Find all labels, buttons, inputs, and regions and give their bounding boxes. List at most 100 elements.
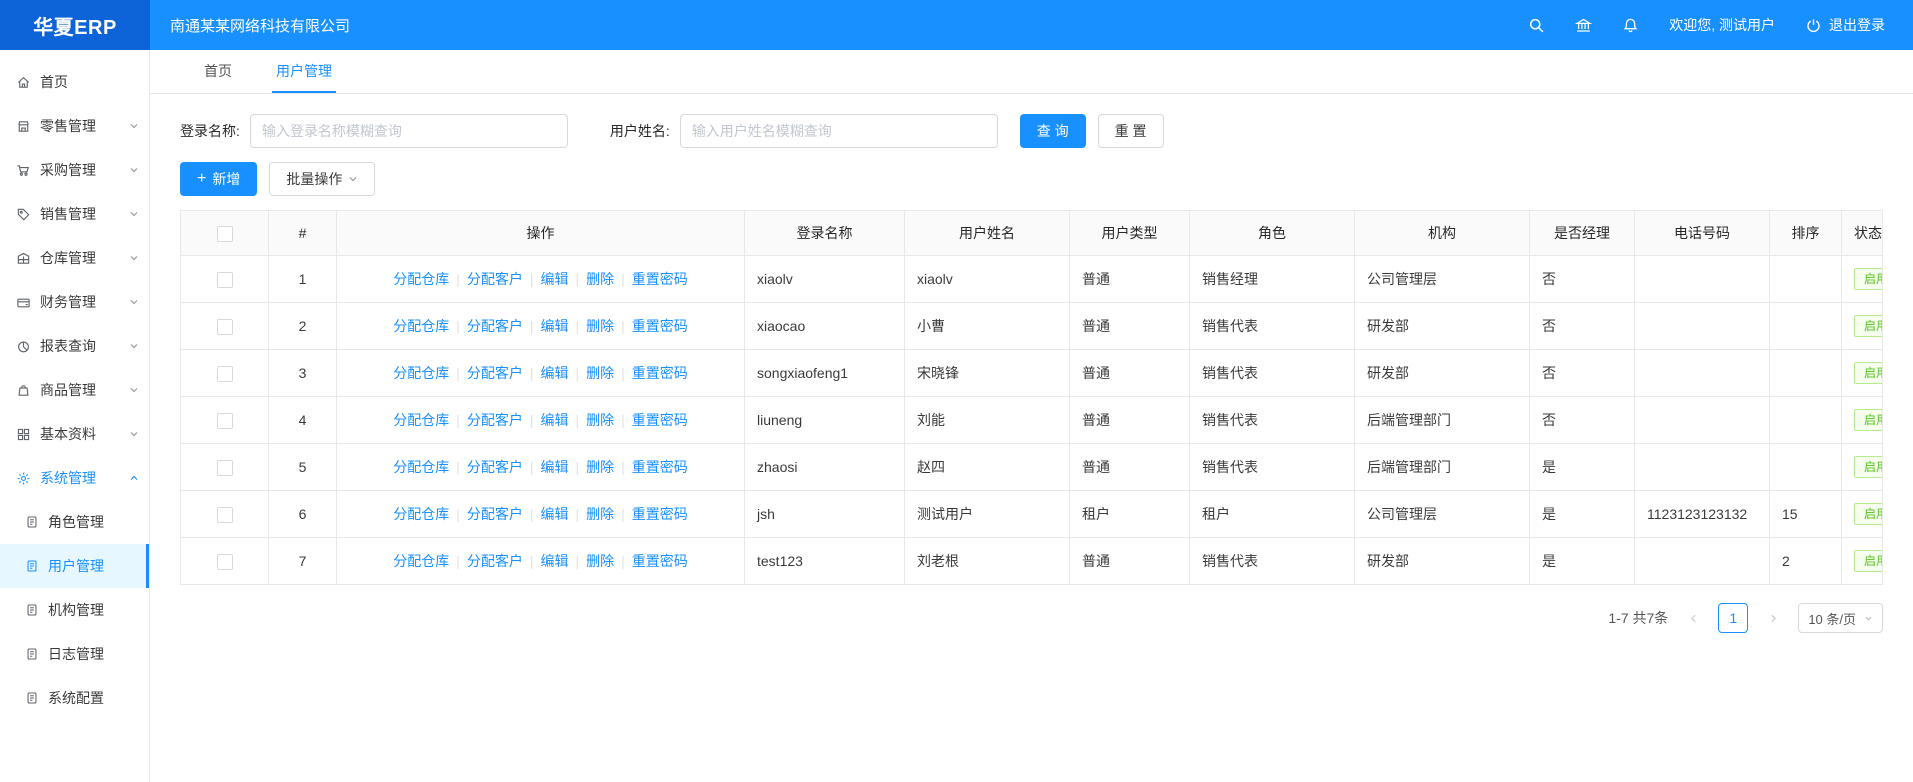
cell-organization: 后端管理部门	[1355, 397, 1530, 444]
action-separator: |	[456, 271, 460, 287]
row-checkbox[interactable]	[217, 460, 233, 476]
add-button[interactable]: + 新增	[180, 162, 257, 196]
app-logo: 华夏ERP	[0, 0, 150, 50]
assign-warehouse-link[interactable]: 分配仓库	[393, 271, 449, 287]
edit-link[interactable]: 编辑	[541, 412, 569, 428]
action-separator: |	[621, 553, 625, 569]
header-actions: 欢迎您, 测试用户 退出登录	[1528, 15, 1913, 35]
tab-user-management[interactable]: 用户管理	[272, 50, 336, 93]
select-all-checkbox[interactable]	[217, 226, 233, 242]
page-number-button[interactable]: 1	[1718, 603, 1748, 633]
edit-link[interactable]: 编辑	[541, 365, 569, 381]
row-checkbox[interactable]	[217, 366, 233, 382]
sidebar-item-report[interactable]: 报表查询	[0, 324, 149, 368]
cell-phone	[1635, 397, 1770, 444]
cell-row-number: 5	[269, 444, 337, 491]
reset-password-link[interactable]: 重置密码	[632, 318, 688, 334]
search-button[interactable]: 查 询	[1020, 114, 1086, 148]
prev-page-button[interactable]	[1678, 603, 1708, 633]
delete-link[interactable]: 删除	[586, 506, 614, 522]
batch-actions-button[interactable]: 批量操作	[269, 162, 375, 196]
edit-link[interactable]: 编辑	[541, 553, 569, 569]
sidebar-item-home[interactable]: 首页	[0, 60, 149, 104]
sidebar-item-goods[interactable]: 商品管理	[0, 368, 149, 412]
reset-password-link[interactable]: 重置密码	[632, 459, 688, 475]
edit-link[interactable]: 编辑	[541, 271, 569, 287]
bell-icon[interactable]	[1622, 17, 1639, 34]
sidebar-item-finance[interactable]: 财务管理	[0, 280, 149, 324]
delete-link[interactable]: 删除	[586, 365, 614, 381]
sidebar-item-role-management[interactable]: 角色管理	[0, 500, 149, 544]
assign-warehouse-link[interactable]: 分配仓库	[393, 318, 449, 334]
assign-customer-link[interactable]: 分配客户	[467, 318, 523, 334]
delete-link[interactable]: 删除	[586, 412, 614, 428]
login-name-label: 登录名称:	[180, 121, 240, 141]
sidebar-item-org-management[interactable]: 机构管理	[0, 588, 149, 632]
login-name-input[interactable]	[250, 114, 568, 148]
assign-customer-link[interactable]: 分配客户	[467, 553, 523, 569]
add-button-label: 新增	[212, 169, 240, 189]
sidebar-item-log-management[interactable]: 日志管理	[0, 632, 149, 676]
cell-status: 启用	[1842, 303, 1883, 350]
cell-status: 启用	[1842, 444, 1883, 491]
reset-button[interactable]: 重 置	[1098, 114, 1164, 148]
delete-link[interactable]: 删除	[586, 553, 614, 569]
assign-warehouse-link[interactable]: 分配仓库	[393, 506, 449, 522]
sidebar-item-system[interactable]: 系统管理	[0, 456, 149, 500]
action-separator: |	[621, 506, 625, 522]
delete-link[interactable]: 删除	[586, 271, 614, 287]
reset-password-link[interactable]: 重置密码	[632, 365, 688, 381]
cell-status: 启用	[1842, 491, 1883, 538]
row-checkbox[interactable]	[217, 554, 233, 570]
assign-warehouse-link[interactable]: 分配仓库	[393, 365, 449, 381]
bank-icon[interactable]	[1575, 17, 1592, 34]
action-separator: |	[576, 459, 580, 475]
reset-password-link[interactable]: 重置密码	[632, 553, 688, 569]
edit-link[interactable]: 编辑	[541, 459, 569, 475]
assign-warehouse-link[interactable]: 分配仓库	[393, 459, 449, 475]
assign-warehouse-link[interactable]: 分配仓库	[393, 553, 449, 569]
assign-warehouse-link[interactable]: 分配仓库	[393, 412, 449, 428]
action-separator: |	[530, 271, 534, 287]
logout-button[interactable]: 退出登录	[1805, 15, 1885, 35]
search-icon[interactable]	[1528, 17, 1545, 34]
page-size-select[interactable]: 10 条/页	[1798, 603, 1883, 633]
user-name-input[interactable]	[680, 114, 998, 148]
delete-link[interactable]: 删除	[586, 318, 614, 334]
row-checkbox[interactable]	[217, 507, 233, 523]
sidebar-item-retail[interactable]: 零售管理	[0, 104, 149, 148]
reset-password-link[interactable]: 重置密码	[632, 412, 688, 428]
column-header: 排序	[1770, 211, 1842, 256]
assign-customer-link[interactable]: 分配客户	[467, 271, 523, 287]
document-icon	[25, 515, 39, 529]
assign-customer-link[interactable]: 分配客户	[467, 506, 523, 522]
sidebar-item-label: 采购管理	[40, 160, 96, 180]
reset-password-link[interactable]: 重置密码	[632, 506, 688, 522]
action-separator: |	[621, 365, 625, 381]
reset-password-link[interactable]: 重置密码	[632, 271, 688, 287]
row-checkbox[interactable]	[217, 319, 233, 335]
welcome-user[interactable]: 欢迎您, 测试用户	[1669, 15, 1775, 35]
assign-customer-link[interactable]: 分配客户	[467, 459, 523, 475]
action-separator: |	[621, 412, 625, 428]
sidebar-item-label: 财务管理	[40, 292, 96, 312]
row-checkbox[interactable]	[217, 272, 233, 288]
edit-link[interactable]: 编辑	[541, 318, 569, 334]
status-badge: 启用	[1854, 550, 1883, 572]
sidebar-item-label: 系统管理	[40, 468, 96, 488]
tab-home[interactable]: 首页	[200, 50, 236, 93]
assign-customer-link[interactable]: 分配客户	[467, 365, 523, 381]
action-separator: |	[456, 365, 460, 381]
sidebar-item-system-config[interactable]: 系统配置	[0, 676, 149, 720]
sidebar-item-basic-data[interactable]: 基本资料	[0, 412, 149, 456]
assign-customer-link[interactable]: 分配客户	[467, 412, 523, 428]
sidebar-item-warehouse[interactable]: 仓库管理	[0, 236, 149, 280]
sidebar-item-sales[interactable]: 销售管理	[0, 192, 149, 236]
sidebar-item-purchase[interactable]: 采购管理	[0, 148, 149, 192]
next-page-button[interactable]	[1758, 603, 1788, 633]
delete-link[interactable]: 删除	[586, 459, 614, 475]
sidebar-item-user-management[interactable]: 用户管理	[0, 544, 149, 588]
row-checkbox[interactable]	[217, 413, 233, 429]
edit-link[interactable]: 编辑	[541, 506, 569, 522]
sidebar: 首页 零售管理 采购管理 销售管理 仓库管理	[0, 50, 150, 782]
